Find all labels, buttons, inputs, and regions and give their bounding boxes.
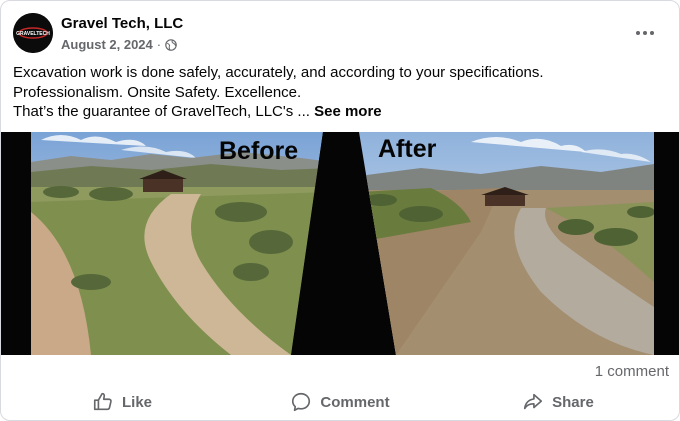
before-label: Before <box>219 137 298 165</box>
more-horizontal-icon <box>636 31 654 35</box>
truncated-text: That’s the guarantee of GravelTech, LLC'… <box>13 103 310 120</box>
before-after-photo: Before After <box>1 132 679 355</box>
after-label: After <box>378 135 437 163</box>
company-logo-icon: GRAVELTECH <box>13 13 53 53</box>
share-arrow-icon <box>524 393 543 410</box>
more-options-button[interactable] <box>633 21 657 45</box>
like-button[interactable]: Like <box>13 387 231 417</box>
post-date[interactable]: August 2, 2024 <box>61 37 153 52</box>
post-text-line-truncated: That’s the guarantee of GravelTech, LLC'… <box>13 102 667 122</box>
post-image[interactable]: Before After <box>1 132 679 355</box>
comment-count[interactable]: 1 comment <box>595 363 669 380</box>
svg-text:GRAVELTECH: GRAVELTECH <box>16 31 50 37</box>
comment-button[interactable]: Comment <box>231 387 449 417</box>
share-button[interactable]: Share <box>449 387 667 417</box>
comment-bubble-icon <box>292 392 311 412</box>
see-more-link[interactable]: See more <box>314 103 382 120</box>
post-meta: August 2, 2024 · <box>61 37 177 52</box>
post-card: GRAVELTECH Gravel Tech, LLC August 2, 20… <box>0 0 680 421</box>
thumbs-up-icon <box>93 392 112 411</box>
author-name[interactable]: Gravel Tech, LLC <box>61 15 183 32</box>
post-text-line: Professionalism. Onsite Safety. Excellen… <box>13 83 302 101</box>
globe-icon[interactable] <box>165 38 177 51</box>
post-header: GRAVELTECH Gravel Tech, LLC August 2, 20… <box>13 13 667 55</box>
meta-separator: · <box>156 37 162 52</box>
avatar[interactable]: GRAVELTECH <box>13 13 53 53</box>
like-label: Like <box>121 393 152 411</box>
post-text-line: Excavation work is done safely, accurate… <box>13 64 544 81</box>
comment-label: Comment <box>320 393 390 411</box>
action-bar: Like Comment Share <box>13 387 667 417</box>
post-text: Excavation work is done safely, accurate… <box>13 63 667 122</box>
share-label: Share <box>552 393 594 411</box>
